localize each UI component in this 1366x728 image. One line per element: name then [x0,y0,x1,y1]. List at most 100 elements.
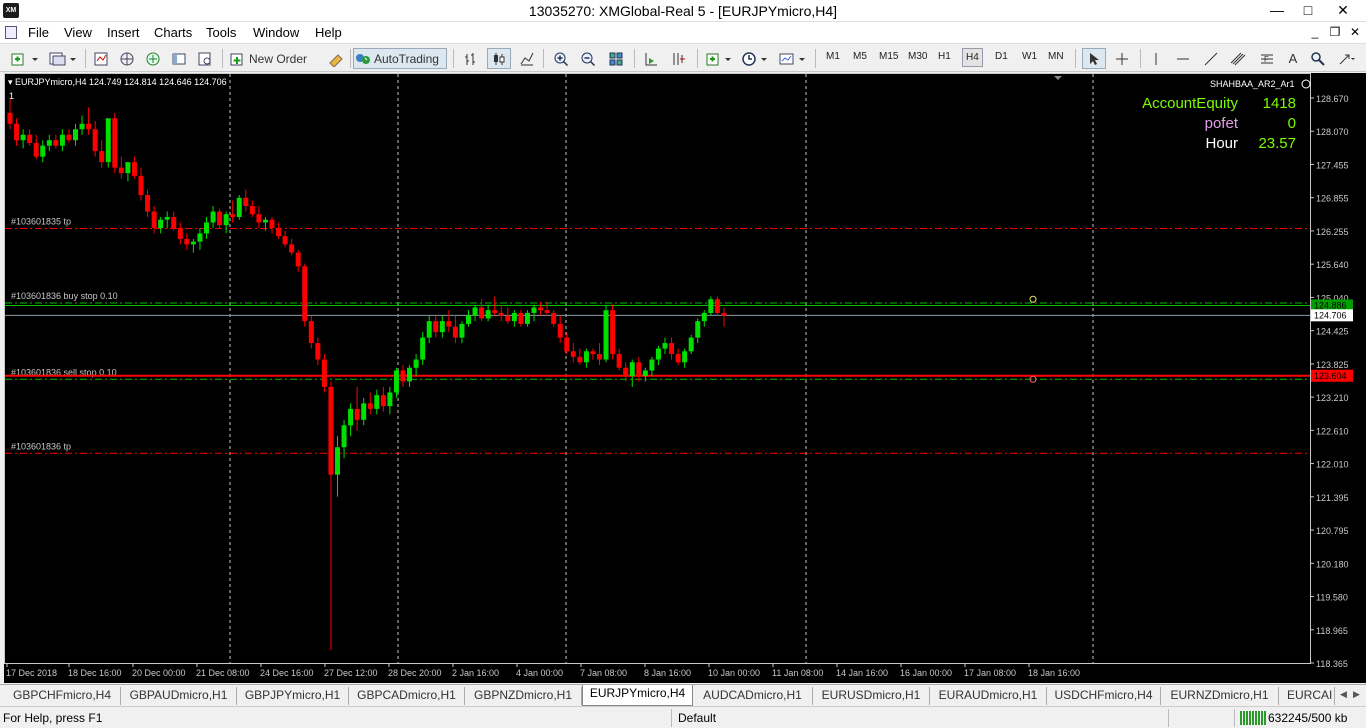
strategy-tester-icon[interactable] [194,48,216,69]
tile-windows-icon[interactable] [605,48,627,69]
dashboard-label: Hour [1205,135,1238,152]
candle-body [433,321,439,333]
timeframe-m15[interactable]: M15 [879,51,898,62]
tabs-scroll-left-icon[interactable]: ◀ [1340,689,1347,700]
zoom-out-icon[interactable] [577,48,599,69]
menu-help[interactable]: Help [315,25,342,40]
price-chart[interactable]: 128.670 128.070 127.455 126.855 126.255 125.6… [4,73,1366,683]
text-tool-icon[interactable]: A [1284,48,1302,69]
candle-body [204,222,209,234]
timeframe-mn[interactable]: MN [1048,51,1064,62]
data-window-icon[interactable] [142,48,164,69]
candle-body [446,321,452,327]
arrows-icon[interactable] [1334,48,1360,69]
candle-body [256,214,262,223]
menu-view[interactable]: View [64,25,92,40]
crosshair-icon[interactable] [1110,48,1134,69]
candle-body [407,367,413,382]
timeframe-d1[interactable]: D1 [995,51,1008,62]
candle-body [551,312,557,324]
menu-tools[interactable]: Tools [206,25,236,40]
new-chart-icon[interactable] [8,48,42,69]
timeframe-w1[interactable]: W1 [1022,51,1037,62]
line-chart-icon[interactable] [516,48,538,69]
timeframe-h4[interactable]: H4 [962,48,983,67]
mdi-close-button[interactable]: ✕ [1346,24,1364,40]
tab-euraud-h1[interactable]: EURAUDmicro,H1 [930,687,1047,705]
tab-gbpjpy-h1[interactable]: GBPJPYmicro,H1 [237,687,349,705]
auto-trading-button[interactable]: AutoTrading [353,48,447,69]
metaeditor-icon[interactable] [325,48,347,69]
x-tick-label: 7 Jan 08:00 [580,668,627,678]
market-watch-icon[interactable] [90,48,112,69]
timeframe-m30[interactable]: M30 [908,51,927,62]
candle-body [505,315,511,322]
candle-body [328,386,334,475]
mdi-minimize-button[interactable]: _ [1306,24,1324,40]
zoom-in-icon[interactable] [550,48,572,69]
tab-gbpaud-h1[interactable]: GBPAUDmicro,H1 [121,687,237,705]
profiles-icon[interactable] [46,48,80,69]
candle-body [66,134,72,141]
x-tick-label: 27 Dec 12:00 [324,668,378,678]
tab-eurjpy-h4[interactable]: EURJPYmicro,H4 [582,685,693,706]
minimize-window-button[interactable]: — [1262,0,1292,20]
menu-window[interactable]: Window [253,25,299,40]
timeframe-m1[interactable]: M1 [826,51,840,62]
candle-body [642,370,648,376]
chart-doc-icon[interactable] [5,26,17,39]
channel-icon[interactable] [1226,48,1252,69]
templates-icon[interactable] [776,48,810,69]
menu-charts[interactable]: Charts [154,25,192,40]
x-tick-label: 20 Dec 00:00 [132,668,186,678]
tab-gbpchf-h4[interactable]: GBPCHFmicro,H4 [4,687,121,705]
tab-gbpnzd-h1[interactable]: GBPNZDmicro,H1 [465,687,582,705]
candle-body [629,362,635,376]
bar-chart-icon[interactable] [460,48,482,69]
tab-audcad-h1[interactable]: AUDCADmicro,H1 [693,687,813,705]
timeframe-m5[interactable]: M5 [853,51,867,62]
auto-scroll-icon[interactable] [668,48,690,69]
candle-body [99,151,105,163]
terminal-icon[interactable] [168,48,190,69]
tabs-scroll-right-icon[interactable]: ▶ [1353,689,1360,700]
x-tick-label: 16 Jan 00:00 [900,668,952,678]
tab-usdchf-h4[interactable]: USDCHFmicro,H4 [1047,687,1161,705]
fibonacci-icon[interactable]: F [1256,48,1278,69]
candle-body [151,211,157,228]
candle-body [171,216,177,228]
horizontal-line-icon[interactable] [1172,48,1194,69]
tab-eurusd-h1[interactable]: EURUSDmicro,H1 [813,687,930,705]
candle-body [112,118,118,168]
dashboard-row-profit: pofet 0 [1128,115,1296,135]
label-tool-icon[interactable] [1306,48,1330,69]
new-order-button[interactable]: New Order [228,48,320,69]
timeframe-h1[interactable]: H1 [938,51,951,62]
indicators-icon[interactable] [703,48,737,69]
tab-gbpcad-h1[interactable]: GBPCADmicro,H1 [349,687,465,705]
maximize-window-button[interactable]: □ [1293,0,1323,20]
y-tick-label: 118.965 [1316,626,1348,636]
trendline-icon[interactable] [1200,48,1222,69]
vertical-line-icon[interactable] [1146,48,1166,69]
periods-icon[interactable] [740,48,772,69]
expert-smiley-icon [1301,79,1311,89]
x-tick-label: 4 Jan 00:00 [516,668,563,678]
tab-eurcad[interactable]: EURCAI [1279,687,1335,705]
chart-canvas[interactable]: 128.670 128.070 127.455 126.855 126.255 125.6… [4,73,1366,683]
cursor-icon[interactable] [1082,48,1106,69]
mdi-restore-button[interactable]: ❐ [1326,24,1344,40]
candle-body [538,307,544,311]
candle-body [610,310,616,355]
close-window-button[interactable]: ✕ [1324,0,1362,20]
tab-eurnzd-h1[interactable]: EURNZDmicro,H1 [1161,687,1279,705]
candlesticks-icon[interactable] [487,48,511,69]
navigator-icon[interactable] [116,48,138,69]
candle-body [223,214,229,226]
candle-body [577,356,583,363]
menu-insert[interactable]: Insert [107,25,140,40]
chart-shift-icon[interactable] [640,48,662,69]
window-title: 13035270: XMGlobal-Real 5 - [EURJPYmicro… [528,3,838,19]
menu-file[interactable]: File [28,25,49,40]
sell-stop-price-tag: 123.604 [1314,371,1347,381]
